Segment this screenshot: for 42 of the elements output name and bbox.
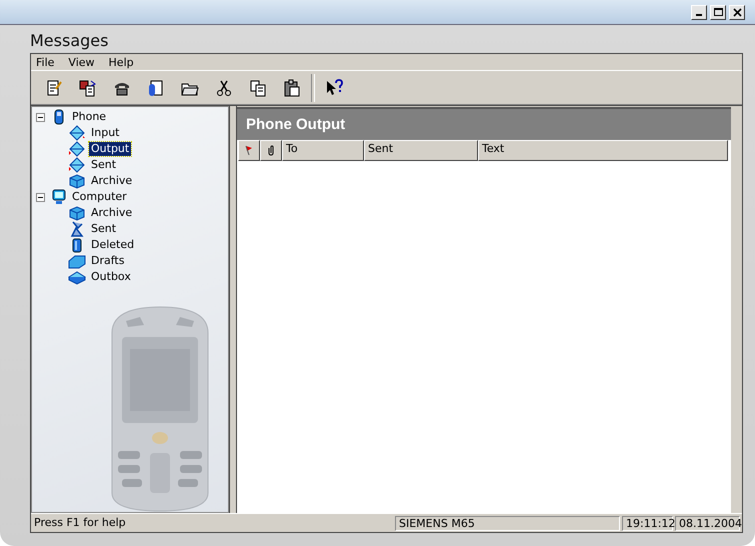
collapse-toggle[interactable] bbox=[36, 192, 48, 202]
column-header[interactable]: To bbox=[282, 140, 364, 161]
tree-item[interactable]: Output bbox=[89, 142, 132, 156]
menu-item[interactable]: Help bbox=[108, 56, 134, 68]
envelope-icon bbox=[68, 125, 86, 141]
tree-item[interactable]: Drafts bbox=[89, 254, 126, 268]
maximize-button[interactable] bbox=[710, 4, 726, 20]
tree-item[interactable]: Input bbox=[89, 126, 122, 140]
device-name: SIEMENS M65 bbox=[395, 516, 620, 530]
status-time: 19:11:12 bbox=[622, 516, 673, 530]
close-icon bbox=[732, 8, 742, 16]
minimize-button[interactable] bbox=[691, 4, 707, 20]
tree-item[interactable]: Archive bbox=[89, 174, 134, 188]
column-header[interactable] bbox=[260, 140, 282, 161]
maximize-icon bbox=[714, 8, 722, 16]
monitor-icon bbox=[51, 189, 67, 205]
tree-item[interactable]: Outbox bbox=[89, 270, 133, 284]
column-header[interactable]: Sent bbox=[364, 140, 478, 161]
tree-item[interactable]: Sent bbox=[89, 158, 118, 172]
panel-title: Phone Output bbox=[246, 116, 346, 133]
window-title: Messages bbox=[30, 30, 110, 52]
tree-item[interactable]: Sent bbox=[89, 222, 118, 236]
status-text: Press F1 for help bbox=[33, 516, 127, 530]
package-icon bbox=[68, 205, 86, 221]
splitter[interactable] bbox=[229, 106, 237, 513]
tree-item[interactable]: Phone bbox=[70, 110, 108, 124]
collapse-toggle[interactable] bbox=[36, 112, 48, 122]
paperclip-icon bbox=[268, 145, 274, 156]
column-header[interactable] bbox=[238, 140, 260, 161]
package-icon bbox=[68, 173, 86, 189]
flag-icon bbox=[245, 145, 253, 155]
close-button[interactable] bbox=[729, 4, 745, 20]
envelope-icon bbox=[68, 157, 86, 173]
menu-item[interactable]: File bbox=[36, 56, 54, 68]
envelope-icon bbox=[68, 141, 86, 157]
menu-item[interactable]: View bbox=[68, 56, 95, 68]
tree-item[interactable]: Deleted bbox=[89, 238, 136, 252]
minimize-icon bbox=[696, 14, 702, 16]
column-header[interactable]: Text bbox=[478, 140, 728, 161]
tree-item[interactable]: Computer bbox=[70, 190, 129, 204]
status-date: 08.11.2004 bbox=[675, 516, 740, 530]
tree-item[interactable]: Archive bbox=[89, 206, 134, 220]
